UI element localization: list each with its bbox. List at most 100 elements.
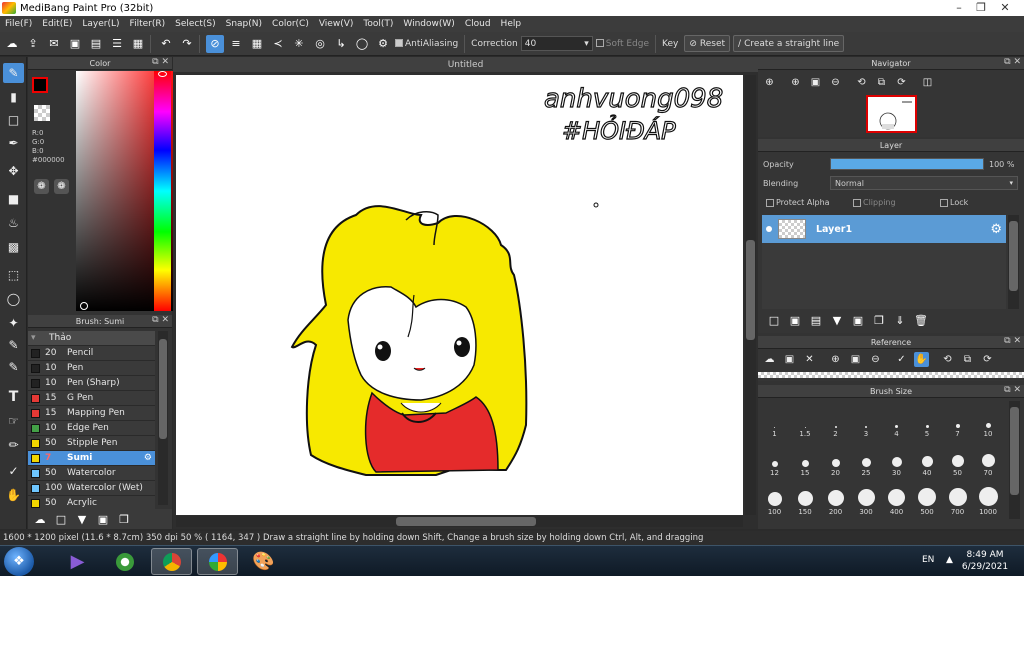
hand-tool-icon[interactable]: ✋: [3, 485, 24, 505]
primary-color-swatch[interactable]: [32, 77, 48, 93]
vanishing-point-icon[interactable]: ≺: [269, 35, 287, 53]
menu-edit[interactable]: Edit(E): [37, 19, 77, 29]
brush-settings-gear-icon[interactable]: ⚙: [144, 453, 152, 463]
ref-fit-icon[interactable]: ▣: [848, 352, 863, 367]
canvas-hscroll-thumb[interactable]: [396, 517, 536, 526]
hue-slider[interactable]: [154, 71, 171, 311]
taskbar-medibang[interactable]: [197, 548, 238, 575]
brush-list-item[interactable]: 10 Edge Pen: [28, 421, 155, 436]
brush-size-option[interactable]: 150: [791, 479, 820, 516]
bucket-tool-icon[interactable]: ♨: [3, 213, 24, 233]
select-eraser-tool-icon[interactable]: ✎: [3, 357, 24, 377]
select-pen-tool-icon[interactable]: ✎: [3, 335, 24, 355]
brush-size-option[interactable]: 1000: [974, 479, 1003, 516]
restore-button[interactable]: ❐: [970, 0, 992, 14]
brush-size-scrollbar[interactable]: [1009, 401, 1020, 519]
brush-size-option[interactable]: 500: [913, 479, 942, 516]
reset-view-icon[interactable]: ⧉: [874, 75, 889, 90]
taskbar-chrome[interactable]: [151, 548, 192, 575]
brush-list-scroll-thumb[interactable]: [159, 339, 167, 439]
close-window-button[interactable]: ✕: [994, 0, 1016, 14]
move-tool-icon[interactable]: ✥: [3, 161, 24, 181]
brush-size-scroll-thumb[interactable]: [1010, 407, 1019, 495]
menu-tool[interactable]: Tool(T): [358, 19, 398, 29]
new-8bit-layer-icon[interactable]: ▤: [807, 311, 825, 329]
language-indicator[interactable]: EN: [922, 555, 934, 565]
zoom-out-icon[interactable]: ⊖: [828, 75, 843, 90]
cloud-icon[interactable]: ☁: [3, 35, 21, 53]
blending-select[interactable]: Normal ▾: [830, 176, 1018, 190]
brush-size-option[interactable]: 7: [943, 401, 972, 438]
drawing-canvas[interactable]: anhvuong098 #HỎIĐÁP: [176, 75, 743, 515]
divide-tool-icon[interactable]: ✏: [3, 435, 24, 455]
lasso-tool-icon[interactable]: ◯: [3, 289, 24, 309]
add-layer-menu-icon[interactable]: ▼: [828, 311, 846, 329]
brush-size-option[interactable]: 700: [943, 479, 972, 516]
delete-layer-icon[interactable]: 🗑: [912, 311, 930, 329]
merge-layer-icon[interactable]: ⇓: [891, 311, 909, 329]
text-tool-icon[interactable]: T: [3, 387, 24, 407]
eraser-tool-icon[interactable]: ▮: [3, 87, 24, 107]
brush-size-option[interactable]: 40: [913, 440, 942, 477]
redo-icon[interactable]: ↷: [178, 35, 196, 53]
brush-list-item[interactable]: 100 Watercolor (Wet): [28, 481, 155, 496]
rotate-left-icon[interactable]: ⟲: [854, 75, 869, 90]
brush-size-option[interactable]: 25: [852, 440, 881, 477]
new-halftone-layer-icon[interactable]: ▣: [786, 311, 804, 329]
taskbar-clock[interactable]: 8:49 AM 6/29/2021: [960, 549, 1010, 573]
navigator-thumbnail[interactable]: [866, 95, 917, 133]
menu-window[interactable]: Window(W): [398, 19, 459, 29]
ref-zoom-in-icon[interactable]: ⊕: [828, 352, 843, 367]
snap-settings-gear-icon[interactable]: ⚙: [374, 35, 392, 53]
brush-size-option[interactable]: 100: [760, 479, 789, 516]
brush-size-option[interactable]: 4: [882, 401, 911, 438]
fit-icon[interactable]: ▣: [808, 75, 823, 90]
snap-off-icon[interactable]: ⊘: [206, 34, 224, 53]
brush-size-option[interactable]: 15: [791, 440, 820, 477]
canvas-vertical-scrollbar[interactable]: [745, 75, 756, 515]
brush-size-option[interactable]: 300: [852, 479, 881, 516]
lock-checkbox[interactable]: Lock: [940, 198, 968, 207]
zoom-in-plus-icon[interactable]: ⊕: [788, 75, 803, 90]
comment-icon[interactable]: ✉: [45, 35, 63, 53]
zoom-in-icon[interactable]: ⊕: [762, 75, 777, 90]
ref-hand-icon[interactable]: ✋: [914, 352, 929, 367]
brush-options-icon[interactable]: ▼: [73, 510, 91, 528]
taskbar-coccoc[interactable]: [104, 548, 145, 575]
brush-copy-icon[interactable]: ❐: [115, 510, 133, 528]
correction-tool-icon[interactable]: ✒: [3, 133, 24, 153]
taskbar-visual-studio[interactable]: ▶: [57, 548, 98, 575]
canvas-horizontal-scrollbar[interactable]: [176, 516, 743, 527]
shape-tool-icon[interactable]: ■: [3, 189, 24, 209]
layer-settings-gear-icon[interactable]: ⚙: [990, 222, 1002, 237]
color-settings-icon[interactable]: ❁: [54, 179, 69, 194]
circle-snap-icon[interactable]: ◎: [311, 35, 329, 53]
soft-edge-checkbox[interactable]: Soft Edge: [595, 39, 649, 49]
brush-folder-icon[interactable]: ▣: [94, 510, 112, 528]
menu-view[interactable]: View(V): [314, 19, 359, 29]
visibility-eye-icon[interactable]: [766, 226, 772, 232]
eyedropper-tool-icon[interactable]: ✓: [3, 461, 24, 481]
ref-close-icon[interactable]: ✕: [802, 352, 817, 367]
brush-size-option[interactable]: 70: [974, 440, 1003, 477]
new-layer-icon[interactable]: □: [765, 311, 783, 329]
ref-rotate-left-icon[interactable]: ⟲: [940, 352, 955, 367]
ref-rotate-right-icon[interactable]: ⟳: [980, 352, 995, 367]
panel-close-icon[interactable]: ⧉ ✕: [1004, 385, 1021, 395]
minimize-button[interactable]: –: [948, 0, 970, 14]
brush-size-option[interactable]: 2: [821, 401, 850, 438]
brush-group-header[interactable]: ▾ Thảo: [28, 331, 155, 346]
brush-list-item[interactable]: 10 Pen: [28, 361, 155, 376]
brush-size-option[interactable]: 1.5: [791, 401, 820, 438]
brush-size-option[interactable]: 3: [852, 401, 881, 438]
ref-cloud-icon[interactable]: ☁: [762, 352, 777, 367]
canvas-tab[interactable]: Untitled: [173, 57, 758, 72]
parallel-snap-icon[interactable]: ≡: [227, 35, 245, 53]
new-brush-icon[interactable]: □: [52, 510, 70, 528]
rotate-right-icon[interactable]: ⟳: [894, 75, 909, 90]
panel-close-icon[interactable]: ⧉ ✕: [152, 57, 169, 67]
list-icon[interactable]: ☰: [108, 35, 126, 53]
brush-size-option[interactable]: 5: [913, 401, 942, 438]
ref-open-icon[interactable]: ▣: [782, 352, 797, 367]
brush-size-option[interactable]: 200: [821, 479, 850, 516]
